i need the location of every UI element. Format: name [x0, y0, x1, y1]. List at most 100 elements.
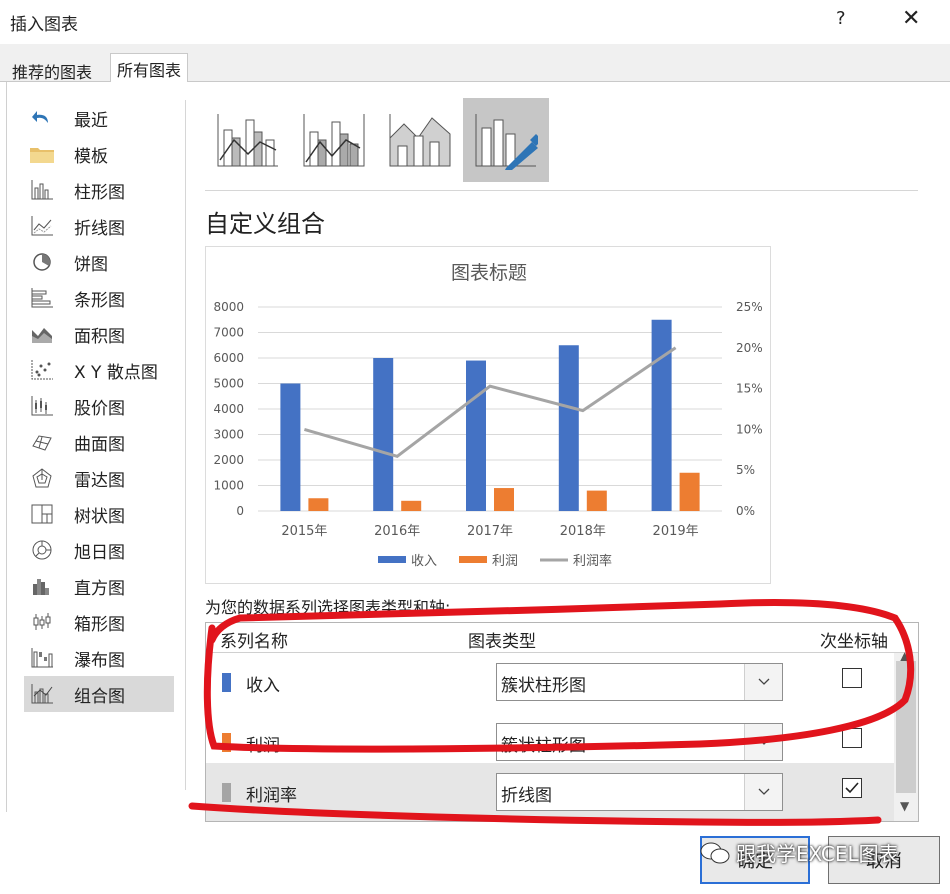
- header-series-name: 系列名称: [220, 632, 288, 652]
- combo-chart-icon: [30, 683, 54, 705]
- secondary-axis-checkbox[interactable]: [842, 728, 862, 748]
- tab-all-charts[interactable]: 所有图表: [110, 53, 189, 83]
- sidebar-item-label: 树状图: [74, 506, 125, 527]
- combo-clustered-column-line-option[interactable]: [205, 98, 291, 182]
- sidebar-item-label: 组合图: [74, 686, 125, 707]
- sidebar-item-label: 旭日图: [74, 542, 125, 563]
- bar-收入: [373, 358, 394, 511]
- chevron-down-icon[interactable]: [744, 774, 782, 810]
- scrollbar-thumb[interactable]: [896, 661, 916, 793]
- folder-icon: [30, 143, 54, 165]
- y2-tick-label: 5%: [736, 463, 755, 477]
- sidebar-item-label: 曲面图: [74, 434, 125, 455]
- x-tick-label: 2018年: [560, 524, 606, 539]
- surface-chart-icon: [30, 431, 54, 453]
- sidebar-divider: [185, 100, 186, 790]
- sidebar-item-label: 面积图: [74, 326, 125, 347]
- sidebar-item-label: 折线图: [74, 218, 125, 239]
- sidebar-item-label: 模板: [74, 146, 108, 167]
- x-tick-label: 2016年: [374, 524, 420, 539]
- y-tick-label: 2000: [213, 453, 244, 467]
- y2-tick-label: 20%: [736, 341, 763, 355]
- sidebar-item-stock[interactable]: 股价图: [24, 388, 174, 424]
- sidebar-item-scatter[interactable]: X Y 散点图: [24, 352, 174, 388]
- combo-stacked-area-column-option[interactable]: [377, 98, 463, 182]
- sidebar-item-bar[interactable]: 条形图: [24, 280, 174, 316]
- bar-收入: [558, 345, 579, 511]
- stock-chart-icon: [30, 395, 54, 417]
- area-chart-icon: [30, 323, 54, 345]
- y-tick-label: 3000: [213, 428, 244, 442]
- y-tick-label: 7000: [213, 326, 244, 340]
- y-tick-label: 5000: [213, 377, 244, 391]
- sidebar-item-surface[interactable]: 曲面图: [24, 424, 174, 460]
- bar-收入: [651, 319, 672, 511]
- sidebar-item-line[interactable]: 折线图: [24, 208, 174, 244]
- sidebar-item-radar[interactable]: 雷达图: [24, 460, 174, 496]
- watermark: 跟我学EXCEL图表: [700, 838, 899, 867]
- watermark-text: 跟我学EXCEL图表: [736, 842, 899, 866]
- secondary-axis-checkbox[interactable]: [842, 778, 862, 798]
- series-name: 收入: [246, 676, 280, 696]
- sidebar-item-label: 瀑布图: [74, 650, 125, 671]
- bar-利润: [308, 498, 329, 511]
- treemap-chart-icon: [30, 503, 54, 525]
- secondary-axis-checkbox[interactable]: [842, 668, 862, 688]
- x-tick-label: 2015年: [281, 524, 327, 539]
- sidebar-item-pie[interactable]: 饼图: [24, 244, 174, 280]
- waterfall-chart-icon: [30, 647, 54, 669]
- sidebar-item-histogram[interactable]: 直方图: [24, 568, 174, 604]
- chart-type-select[interactable]: 折线图: [496, 773, 783, 811]
- sidebar-item-templates[interactable]: 模板: [24, 136, 174, 172]
- y2-tick-label: 25%: [736, 300, 763, 314]
- y-tick-label: 6000: [213, 351, 244, 365]
- combo-chart: 图表标题 0 1000 2000 3000 4000 5000 6000 7000 8000 0% 5…: [213, 262, 763, 569]
- combo-column-line-secondary-option[interactable]: [291, 98, 377, 182]
- close-button[interactable]: ✕: [902, 6, 920, 31]
- title-bar: 插入图表 ? ✕: [0, 0, 950, 44]
- sidebar-item-recent[interactable]: 最近: [24, 100, 174, 136]
- series-table-header: 系列名称 图表类型 次坐标轴: [206, 623, 918, 653]
- sidebar-item-area[interactable]: 面积图: [24, 316, 174, 352]
- sidebar-item-label: X Y 散点图: [74, 362, 158, 383]
- bar-利润: [586, 490, 607, 511]
- sidebar-item-waterfall[interactable]: 瀑布图: [24, 640, 174, 676]
- series-color-swatch: [222, 673, 231, 692]
- sidebar-item-treemap[interactable]: 树状图: [24, 496, 174, 532]
- chart-type-value: 簇状柱形图: [501, 736, 586, 756]
- sidebar-item-combo[interactable]: 组合图: [24, 676, 174, 712]
- series-color-swatch: [222, 733, 231, 752]
- series-name: 利润率: [246, 786, 297, 806]
- wechat-logo-icon: [700, 842, 730, 863]
- combo-custom-option[interactable]: [463, 98, 549, 182]
- sidebar-item-label: 柱形图: [74, 182, 125, 203]
- chart-preview: 图表标题 0 1000 2000 3000 4000 5000 6000 7000 8000 0% 5…: [205, 246, 771, 584]
- check-icon: [845, 782, 859, 794]
- bar-利润: [679, 472, 700, 511]
- legend-swatch: [459, 556, 487, 563]
- y-tick-label: 4000: [213, 402, 244, 416]
- bar-利润: [401, 500, 422, 511]
- bar-利润: [494, 488, 514, 511]
- sidebar-item-sunburst[interactable]: 旭日图: [24, 532, 174, 568]
- chevron-down-icon[interactable]: [744, 724, 782, 760]
- help-button[interactable]: ?: [836, 8, 846, 29]
- bar-chart-icon: [30, 287, 54, 309]
- sidebar-item-label: 最近: [74, 110, 108, 131]
- series-row-margin: 利润率 折线图: [206, 763, 894, 821]
- sidebar-item-boxplot[interactable]: 箱形图: [24, 604, 174, 640]
- x-tick-label: 2019年: [653, 524, 699, 539]
- scroll-down-icon[interactable]: ▼: [900, 799, 909, 813]
- pie-chart-icon: [30, 251, 54, 273]
- x-tick-label: 2017年: [467, 524, 513, 539]
- combo-type-gallery: [205, 98, 549, 182]
- chart-type-select[interactable]: 簇状柱形图: [496, 723, 783, 761]
- series-table-scrollbar[interactable]: ▲ ▼: [894, 649, 918, 821]
- tab-recommended-charts[interactable]: 推荐的图表: [6, 56, 98, 82]
- line-chart-icon: [30, 215, 54, 237]
- sidebar-item-label: 直方图: [74, 578, 125, 599]
- chevron-down-icon[interactable]: [744, 664, 782, 700]
- chart-type-select[interactable]: 簇状柱形图: [496, 663, 783, 701]
- sidebar-item-label: 雷达图: [74, 470, 125, 491]
- sidebar-item-column[interactable]: 柱形图: [24, 172, 174, 208]
